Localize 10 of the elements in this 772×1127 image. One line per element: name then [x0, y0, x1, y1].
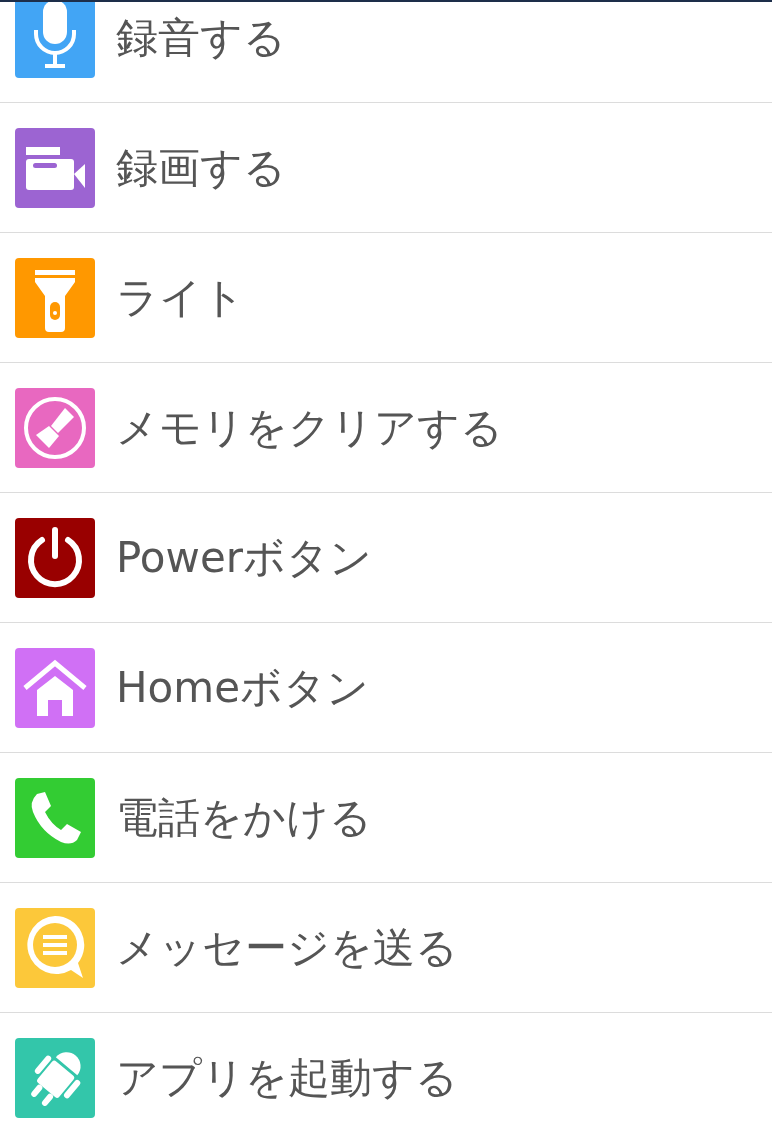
menu-item[interactable]: 録音する [0, 0, 772, 103]
item-label: Powerボタン [116, 536, 372, 579]
item-label: ライト [116, 276, 245, 319]
item-label: アプリを起動する [116, 1056, 458, 1099]
item-label: 電話をかける [116, 796, 372, 839]
item-label: 録音する [116, 16, 286, 59]
item-label: メモリをクリアする [116, 406, 503, 449]
item-label: メッセージを送る [116, 926, 458, 969]
item-label: 録画する [116, 146, 286, 189]
item-label: Homeボタン [116, 666, 370, 709]
